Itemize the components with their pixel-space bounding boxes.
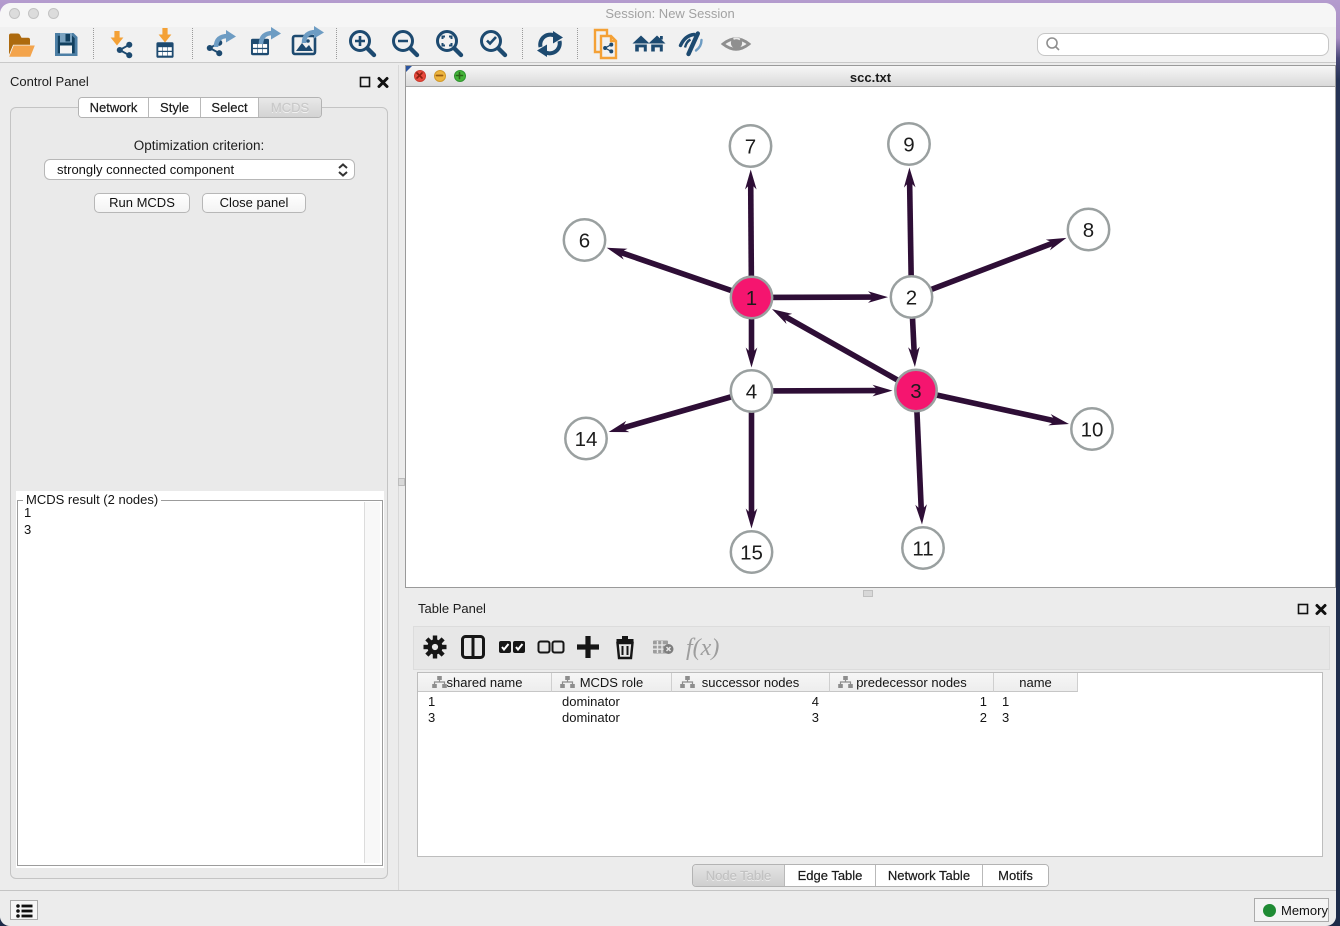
svg-text:15: 15 [740,541,763,564]
svg-text:8: 8 [1083,219,1094,242]
svg-text:14: 14 [575,428,598,451]
svg-text:3: 3 [910,380,921,403]
svg-text:f(x): f(x) [686,635,719,661]
svg-text:1: 1 [746,287,757,310]
svg-text:4: 4 [746,380,757,403]
svg-text:9: 9 [903,133,914,156]
svg-text:2: 2 [906,286,917,309]
svg-text:11: 11 [912,537,933,560]
svg-text:10: 10 [1081,418,1104,441]
svg-text:6: 6 [579,229,590,252]
svg-text:7: 7 [745,135,756,158]
